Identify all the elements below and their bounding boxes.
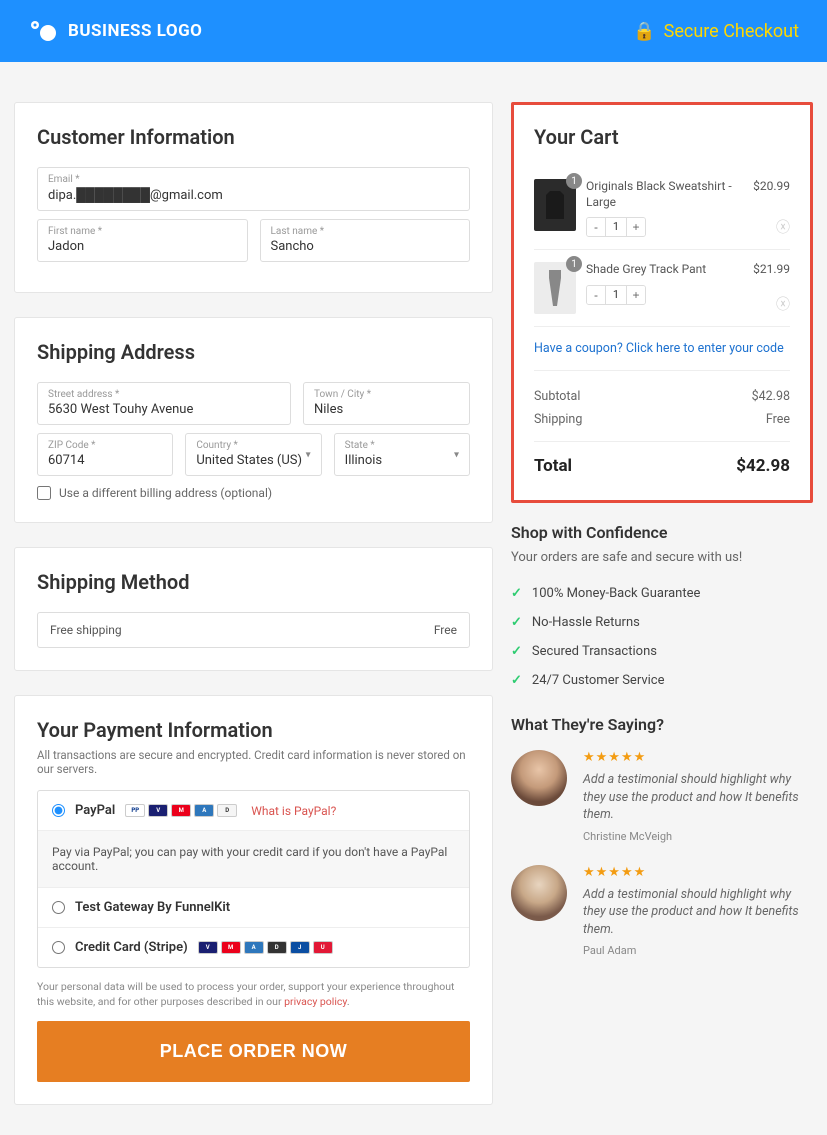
privacy-policy-link[interactable]: privacy policy	[284, 995, 347, 1008]
customer-info-card: Customer Information Email * dipa.██████…	[14, 102, 493, 293]
payment-option-paypal[interactable]: PayPal PP V M A D What is PayPal?	[38, 791, 469, 831]
shipping-row: ShippingFree	[534, 408, 790, 431]
payment-subnote: All transactions are secure and encrypte…	[37, 748, 470, 776]
testimonials-title: What They're Saying?	[511, 715, 813, 734]
testimonial-quote: Add a testimonial should highlight why t…	[583, 771, 813, 824]
paypal-description: Pay via PayPal; you can pay with your cr…	[38, 831, 469, 888]
testimonial-author: Paul Adam	[583, 944, 813, 957]
qty-control: - 1 +	[586, 285, 646, 305]
cart-item: 1 Shade Grey Track Pant - 1 + $21.99 ⓧ	[534, 250, 790, 327]
shipping-method-card: Shipping Method Free shipping Free	[14, 547, 493, 671]
lock-icon: 🔒	[633, 21, 655, 42]
subtotal-row: Subtotal$42.98	[534, 385, 790, 408]
qty-value: 1	[605, 218, 627, 236]
star-rating: ★★★★★	[583, 750, 813, 765]
zip-field[interactable]: ZIP Code * 60714	[37, 433, 173, 476]
cart-item: 1 Originals Black Sweatshirt - Large - 1…	[534, 167, 790, 250]
confidence-item: ✓No-Hassle Returns	[511, 608, 813, 637]
first-name-field[interactable]: First name * Jadon	[37, 219, 248, 262]
customer-info-title: Customer Information	[37, 125, 470, 149]
secure-checkout-label: 🔒 Secure Checkout	[633, 21, 799, 42]
email-field[interactable]: Email * dipa.████████@gmail.com	[37, 167, 470, 211]
testimonial-author: Christine McVeigh	[583, 830, 813, 843]
street-field[interactable]: Street address * 5630 West Touhy Avenue	[37, 382, 291, 425]
header: BUSINESS LOGO 🔒 Secure Checkout	[0, 0, 827, 62]
privacy-note: Your personal data will be used to proce…	[37, 980, 470, 1009]
shipping-option[interactable]: Free shipping Free	[37, 612, 470, 648]
testimonial: ★★★★★ Add a testimonial should highlight…	[511, 750, 813, 843]
cart-box: Your Cart 1 Originals Black Sweatshirt -…	[511, 102, 813, 503]
check-icon: ✓	[511, 586, 522, 601]
country-select[interactable]: Country * United States (US)	[185, 433, 321, 476]
logo: BUSINESS LOGO	[28, 19, 202, 43]
town-field[interactable]: Town / City * Niles	[303, 382, 470, 425]
shipping-address-card: Shipping Address Street address * 5630 W…	[14, 317, 493, 523]
avatar	[511, 865, 567, 921]
logo-icon	[28, 19, 58, 43]
check-icon: ✓	[511, 615, 522, 630]
diff-billing-checkbox[interactable]	[37, 486, 51, 500]
testimonial-quote: Add a testimonial should highlight why t…	[583, 886, 813, 939]
confidence-item: ✓Secured Transactions	[511, 637, 813, 666]
payment-option-stripe[interactable]: Credit Card (Stripe) V M A D J U	[38, 928, 469, 967]
last-name-field[interactable]: Last name * Sancho	[260, 219, 471, 262]
star-rating: ★★★★★	[583, 865, 813, 880]
cart-item-thumb: 1	[534, 179, 576, 231]
payment-option-test-gateway[interactable]: Test Gateway By FunnelKit	[38, 888, 469, 928]
shipping-method-title: Shipping Method	[37, 570, 470, 594]
cart-item-thumb: 1	[534, 262, 576, 314]
confidence-item: ✓24/7 Customer Service	[511, 666, 813, 695]
qty-decrease-button[interactable]: -	[587, 218, 605, 236]
qty-control: - 1 +	[586, 217, 646, 237]
payment-title: Your Payment Information	[37, 718, 470, 742]
check-icon: ✓	[511, 673, 522, 688]
remove-item-button[interactable]: ⓧ	[776, 217, 790, 237]
cart-item-name: Originals Black Sweatshirt - Large	[586, 179, 743, 210]
place-order-button[interactable]: PLACE ORDER NOW	[37, 1021, 470, 1082]
confidence-title: Shop with Confidence	[511, 523, 813, 542]
stripe-card-icons: V M A D J U	[198, 941, 333, 954]
testimonial: ★★★★★ Add a testimonial should highlight…	[511, 865, 813, 958]
cart-item-name: Shade Grey Track Pant	[586, 262, 743, 278]
state-select[interactable]: State * Illinois	[334, 433, 470, 476]
test-gateway-radio[interactable]	[52, 901, 65, 914]
qty-badge: 1	[566, 173, 582, 189]
qty-badge: 1	[566, 256, 582, 272]
cart-title: Your Cart	[534, 125, 790, 149]
confidence-sub: Your orders are safe and secure with us!	[511, 550, 813, 565]
avatar	[511, 750, 567, 806]
testimonials-section: What They're Saying? ★★★★★ Add a testimo…	[511, 715, 813, 979]
qty-decrease-button[interactable]: -	[587, 286, 605, 304]
qty-increase-button[interactable]: +	[627, 218, 645, 236]
qty-increase-button[interactable]: +	[627, 286, 645, 304]
confidence-item: ✓100% Money-Back Guarantee	[511, 579, 813, 608]
remove-item-button[interactable]: ⓧ	[776, 294, 790, 314]
paypal-card-icons: PP V M A D	[125, 804, 237, 817]
paypal-radio[interactable]	[52, 804, 65, 817]
payment-card: Your Payment Information All transaction…	[14, 695, 493, 1105]
coupon-link[interactable]: Have a coupon? Click here to enter your …	[534, 327, 790, 371]
qty-value: 1	[605, 286, 627, 304]
stripe-radio[interactable]	[52, 941, 65, 954]
logo-text: BUSINESS LOGO	[68, 21, 202, 41]
total-row: Total$42.98	[534, 441, 790, 480]
shipping-address-title: Shipping Address	[37, 340, 470, 364]
check-icon: ✓	[511, 644, 522, 659]
diff-billing-label: Use a different billing address (optiona…	[59, 486, 272, 500]
what-is-paypal-link[interactable]: What is PayPal?	[251, 804, 336, 818]
confidence-section: Shop with Confidence Your orders are saf…	[511, 523, 813, 695]
